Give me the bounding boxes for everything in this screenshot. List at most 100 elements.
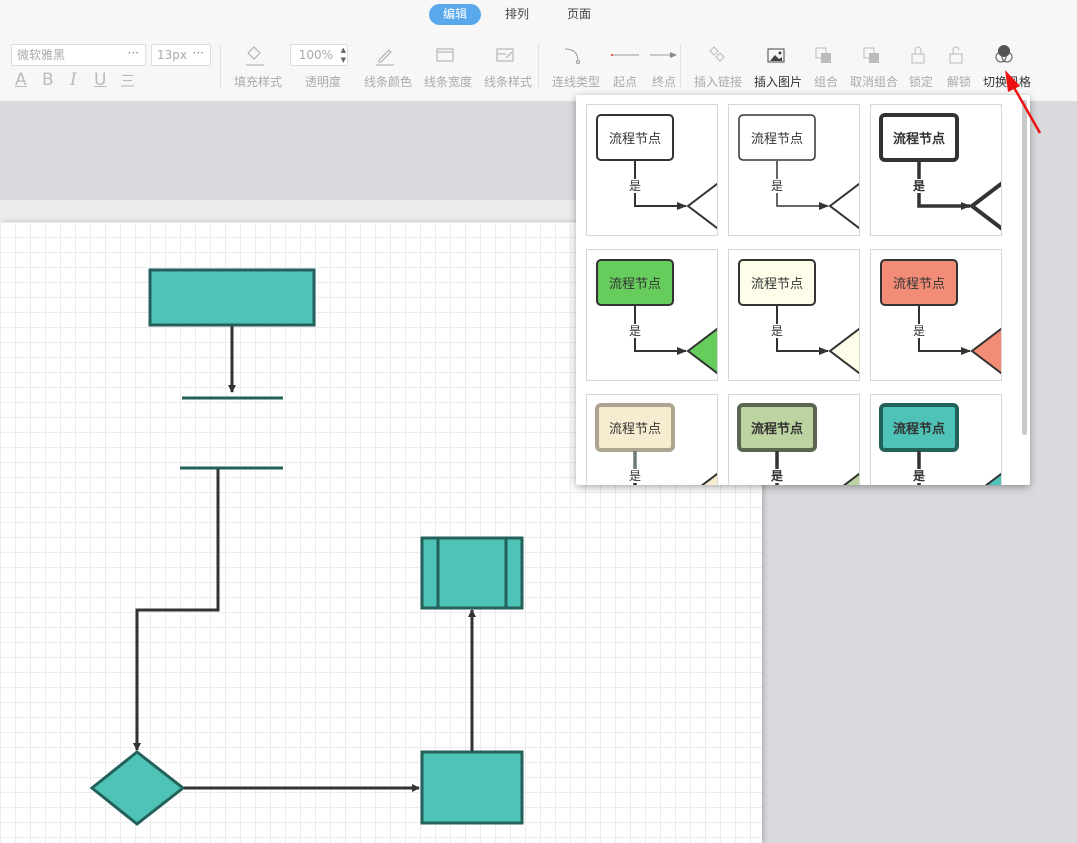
theme-preview: 流程节点是 — [737, 403, 859, 485]
font-family-select[interactable]: 微软雅黑 ··· — [11, 44, 146, 66]
tool-label: 填充样式 — [233, 75, 282, 89]
theme-style-option[interactable]: 流程节点是 — [586, 104, 718, 236]
lock-icon — [904, 42, 938, 68]
line-width-icon — [420, 42, 476, 68]
strikethrough-button[interactable]: 三 — [120, 70, 135, 91]
image-icon — [750, 42, 806, 68]
tool-label: 解锁 — [946, 75, 971, 89]
tab-edit[interactable]: 编辑 — [429, 4, 482, 25]
divider — [220, 44, 221, 88]
link-icon — [690, 42, 746, 68]
theme-style-option[interactable]: 流程节点是 — [586, 394, 718, 485]
more-icon: ··· — [127, 46, 139, 60]
edge-arrow — [776, 338, 829, 355]
theme-style-option[interactable]: 流程节点是 — [870, 104, 1002, 236]
italic-button[interactable]: I — [70, 70, 77, 90]
theme-style-option[interactable]: 流程节点是 — [870, 394, 1002, 485]
node-text: 流程节点 — [893, 277, 945, 292]
arrow-end-icon — [645, 42, 683, 68]
tool-link-button[interactable]: 插入链接 — [690, 42, 746, 90]
theme-style-popup: 流程节点是流程节点是流程节点是流程节点是流程节点是流程节点是流程节点是流程节点是… — [576, 95, 1030, 485]
tool-pencil-button[interactable]: 线条颜色 — [360, 42, 416, 90]
tool-label: 起点 — [612, 75, 637, 89]
tool-line-start-button[interactable]: 起点 — [606, 42, 644, 90]
tool-opacity-button[interactable]: 透明度 — [297, 42, 349, 90]
node-text: 流程节点 — [751, 421, 803, 437]
tab-arrange[interactable]: 排列 — [491, 4, 543, 25]
tool-label: 锁定 — [908, 75, 933, 89]
tool-line-width-button[interactable]: 线条宽度 — [420, 42, 476, 90]
edge-arrow — [776, 193, 829, 210]
edge-label: 是 — [629, 179, 641, 193]
edge-arrow — [918, 338, 971, 355]
tool-label: 组合 — [813, 75, 838, 89]
theme-preview: 流程节点是 — [596, 114, 717, 230]
edge-label: 是 — [912, 469, 926, 483]
tool-fill-bucket-button[interactable]: 填充样式 — [230, 42, 286, 90]
toolbar-area: 编辑 排列 页面 微软雅黑 ··· 13px ··· A B I U 三 100% ▲… — [0, 0, 1077, 102]
tool-label: 连线类型 — [551, 75, 600, 89]
tool-label: 取消组合 — [849, 75, 898, 89]
tool-ungroup-button[interactable]: 取消组合 — [846, 42, 902, 90]
theme-style-option[interactable]: 流程节点是 — [870, 249, 1002, 381]
tool-connector-type-button[interactable]: 连线类型 — [547, 42, 605, 90]
edge-arrow — [634, 338, 687, 355]
node-text: 流程节点 — [893, 131, 945, 147]
more-icon: ··· — [192, 46, 204, 60]
decision-preview — [828, 182, 859, 230]
theme-preview: 流程节点是 — [595, 403, 717, 485]
font-size-select[interactable]: 13px ··· — [151, 44, 211, 66]
theme-preview: 流程节点是 — [879, 403, 1001, 485]
tool-image-button[interactable]: 插入图片 — [750, 42, 806, 90]
theme-preview: 流程节点是 — [880, 259, 1001, 375]
tool-line-style-button[interactable]: 线条样式 — [480, 42, 536, 90]
tool-label: 线条样式 — [483, 75, 532, 89]
tool-label: 插入链接 — [693, 75, 742, 89]
theme-preview: 流程节点是 — [738, 114, 859, 230]
node-text: 流程节点 — [609, 422, 661, 437]
edge-arrow — [775, 483, 779, 485]
font-color-button[interactable]: A — [15, 70, 27, 90]
theme-style-option[interactable]: 流程节点是 — [586, 249, 718, 381]
edge-label: 是 — [629, 324, 641, 338]
connector-type-icon — [547, 42, 605, 68]
decision-preview — [686, 182, 717, 230]
tool-theme-switch-button[interactable]: 切换风格 — [978, 42, 1036, 90]
scrollbar[interactable] — [1022, 100, 1027, 435]
node-text: 流程节点 — [609, 277, 661, 292]
tool-label: 插入图片 — [753, 75, 802, 89]
decision-preview — [686, 327, 717, 375]
tool-group-button[interactable]: 组合 — [810, 42, 842, 90]
edge-arrow — [917, 193, 971, 210]
tool-unlock-button[interactable]: 解锁 — [942, 42, 976, 90]
theme-switch-icon — [978, 42, 1036, 68]
edge-label: 是 — [913, 324, 925, 338]
tab-page[interactable]: 页面 — [553, 4, 605, 25]
edge-label: 是 — [912, 179, 926, 193]
tool-label: 终点 — [651, 75, 676, 89]
theme-preview: 流程节点是 — [596, 259, 717, 375]
tool-label: 线条颜色 — [363, 75, 412, 89]
theme-preview: 流程节点是 — [879, 113, 1001, 231]
theme-style-option[interactable]: 流程节点是 — [728, 249, 860, 381]
tool-label: 切换风格 — [982, 75, 1031, 89]
node-text: 流程节点 — [751, 277, 803, 292]
ungroup-icon — [846, 42, 902, 68]
divider — [538, 44, 539, 88]
underline-button[interactable]: U — [94, 70, 106, 90]
tool-lock-button[interactable]: 锁定 — [904, 42, 938, 90]
edge-arrow — [634, 193, 687, 210]
connector-arrow — [133, 469, 220, 751]
line-start-icon — [606, 42, 644, 68]
edge-label: 是 — [770, 469, 784, 483]
theme-style-option[interactable]: 流程节点是 — [728, 104, 860, 236]
decision-preview — [968, 181, 1001, 231]
theme-style-option[interactable]: 流程节点是 — [728, 394, 860, 485]
theme-preview: 流程节点是 — [738, 259, 859, 375]
group-icon — [810, 42, 842, 68]
bold-button[interactable]: B — [42, 70, 54, 90]
font-size-value: 13px — [157, 48, 187, 62]
tool-arrow-end-button[interactable]: 终点 — [645, 42, 683, 90]
edge-label: 是 — [771, 179, 783, 193]
decision-preview — [700, 472, 717, 485]
